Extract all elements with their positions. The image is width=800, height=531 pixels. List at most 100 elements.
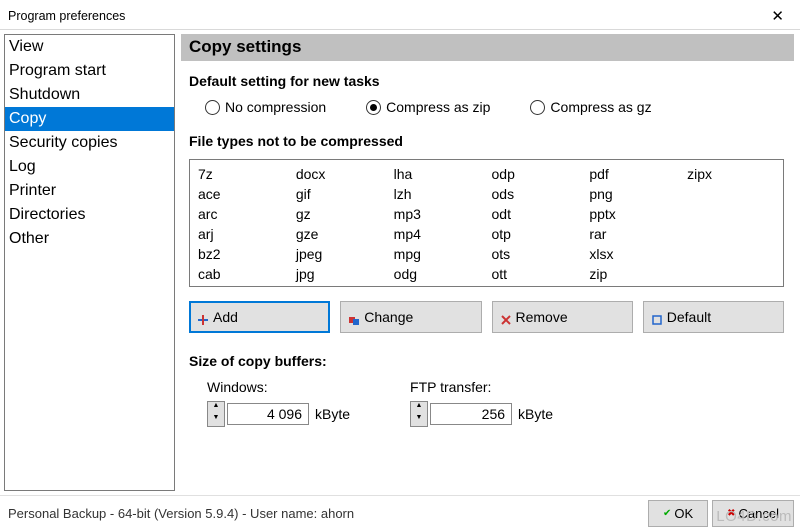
filetype-cell[interactable]: docx — [296, 164, 384, 184]
filetype-cell[interactable]: ace — [198, 184, 286, 204]
filetypes-label: File types not to be compressed — [189, 133, 794, 149]
filetype-cell[interactable]: pdf — [589, 164, 677, 184]
filetype-cell[interactable]: odg — [394, 264, 482, 284]
radio-icon — [366, 100, 381, 115]
sidebar-item-directories[interactable]: Directories — [5, 203, 174, 227]
change-icon — [349, 312, 359, 322]
windows-buffer-unit: kByte — [315, 406, 350, 422]
close-button[interactable]: ✕ — [765, 7, 790, 25]
remove-icon — [501, 312, 511, 322]
spin-down-icon[interactable]: ▼ — [411, 414, 427, 426]
filetype-cell[interactable]: xlsx — [589, 244, 677, 264]
filetype-cell[interactable]: mp4 — [394, 224, 482, 244]
filetype-cell[interactable]: jpg — [296, 264, 384, 284]
filetype-button-row: Add Change Remove Default — [189, 301, 784, 333]
radio-compress-gz[interactable]: Compress as gz — [530, 99, 651, 115]
spin-up-icon[interactable]: ▲ — [208, 402, 224, 414]
sidebar-item-copy[interactable]: Copy — [5, 107, 174, 131]
cancel-button-label: Cancel — [739, 506, 779, 521]
filetype-cell[interactable] — [687, 204, 775, 224]
status-text: Personal Backup - 64-bit (Version 5.9.4)… — [8, 506, 354, 521]
radio-icon — [205, 100, 220, 115]
ok-button[interactable]: ✔ OK — [648, 500, 708, 527]
sidebar-item-shutdown[interactable]: Shutdown — [5, 83, 174, 107]
filetype-cell[interactable] — [687, 184, 775, 204]
windows-buffer-label: Windows: — [207, 379, 350, 395]
filetypes-listbox[interactable]: 7z docxlhaodppdfzipx acegiflzhodspng arcgzm… — [189, 159, 784, 287]
add-button-label: Add — [213, 309, 238, 325]
cancel-button[interactable]: ✖ Cancel — [712, 500, 794, 527]
radio-label: Compress as zip — [386, 99, 490, 115]
check-icon: ✔ — [663, 508, 671, 519]
filetype-cell[interactable]: lzh — [394, 184, 482, 204]
ok-button-label: OK — [674, 506, 693, 521]
buffers-title: Size of copy buffers: — [189, 353, 794, 369]
sidebar-item-security-copies[interactable]: Security copies — [5, 131, 174, 155]
filetype-cell[interactable]: jpeg — [296, 244, 384, 264]
default-button-label: Default — [667, 309, 711, 325]
filetype-cell[interactable]: png — [589, 184, 677, 204]
section-header: Copy settings — [181, 34, 794, 61]
spin-up-icon[interactable]: ▲ — [411, 402, 427, 414]
default-setting-label: Default setting for new tasks — [189, 73, 794, 89]
remove-button[interactable]: Remove — [492, 301, 633, 333]
filetype-cell[interactable]: gze — [296, 224, 384, 244]
filetype-cell[interactable]: pptx — [589, 204, 677, 224]
filetype-cell[interactable]: zip — [589, 264, 677, 284]
filetype-cell[interactable]: ots — [492, 244, 580, 264]
sidebar-item-printer[interactable]: Printer — [5, 179, 174, 203]
sidebar-item-other[interactable]: Other — [5, 227, 174, 251]
filetype-cell[interactable]: rar — [589, 224, 677, 244]
titlebar: Program preferences ✕ — [0, 0, 800, 30]
change-button[interactable]: Change — [340, 301, 481, 333]
buffers-section: Size of copy buffers: Windows: ▲ ▼ kByte… — [189, 353, 794, 427]
filetype-cell[interactable]: gif — [296, 184, 384, 204]
filetype-cell[interactable] — [687, 264, 775, 284]
x-icon: ✖ — [727, 508, 735, 519]
filetype-cell[interactable] — [687, 224, 775, 244]
radio-icon — [530, 100, 545, 115]
filetype-cell[interactable]: mpg — [394, 244, 482, 264]
filetype-cell[interactable]: ott — [492, 264, 580, 284]
filetype-cell[interactable] — [687, 244, 775, 264]
default-button[interactable]: Default — [643, 301, 784, 333]
radio-compress-zip[interactable]: Compress as zip — [366, 99, 490, 115]
filetype-cell[interactable]: cab — [198, 264, 286, 284]
change-button-label: Change — [364, 309, 413, 325]
filetype-cell[interactable]: arj — [198, 224, 286, 244]
window-title: Program preferences — [8, 9, 125, 23]
windows-buffer-group: Windows: ▲ ▼ kByte — [207, 379, 350, 427]
ftp-buffer-label: FTP transfer: — [410, 379, 553, 395]
radio-label: Compress as gz — [550, 99, 651, 115]
ftp-spinner-buttons[interactable]: ▲ ▼ — [410, 401, 428, 427]
filetype-cell[interactable]: mp3 — [394, 204, 482, 224]
windows-buffer-input[interactable] — [227, 403, 309, 425]
windows-spinner-buttons[interactable]: ▲ ▼ — [207, 401, 225, 427]
add-icon — [198, 312, 208, 322]
ftp-buffer-unit: kByte — [518, 406, 553, 422]
filetype-cell[interactable]: ods — [492, 184, 580, 204]
filetype-cell[interactable]: zipx — [687, 164, 775, 184]
radio-label: No compression — [225, 99, 326, 115]
filetype-cell[interactable]: lha — [394, 164, 482, 184]
filetype-cell[interactable]: odt — [492, 204, 580, 224]
spin-down-icon[interactable]: ▼ — [208, 414, 224, 426]
sidebar-item-log[interactable]: Log — [5, 155, 174, 179]
radio-no-compression[interactable]: No compression — [205, 99, 326, 115]
remove-button-label: Remove — [516, 309, 568, 325]
sidebar: View Program start Shutdown Copy Securit… — [4, 34, 175, 491]
filetype-cell[interactable]: otp — [492, 224, 580, 244]
footer: Personal Backup - 64-bit (Version 5.9.4)… — [0, 495, 800, 531]
filetype-cell[interactable]: bz2 — [198, 244, 286, 264]
filetype-cell[interactable]: arc — [198, 204, 286, 224]
sidebar-item-view[interactable]: View — [5, 35, 174, 59]
content-panel: Copy settings Default setting for new ta… — [175, 30, 800, 495]
ftp-buffer-input[interactable] — [430, 403, 512, 425]
sidebar-item-program-start[interactable]: Program start — [5, 59, 174, 83]
add-button[interactable]: Add — [189, 301, 330, 333]
default-icon — [652, 312, 662, 322]
filetype-cell[interactable]: odp — [492, 164, 580, 184]
filetype-cell[interactable]: 7z — [198, 164, 286, 184]
ftp-buffer-group: FTP transfer: ▲ ▼ kByte — [410, 379, 553, 427]
filetype-cell[interactable]: gz — [296, 204, 384, 224]
